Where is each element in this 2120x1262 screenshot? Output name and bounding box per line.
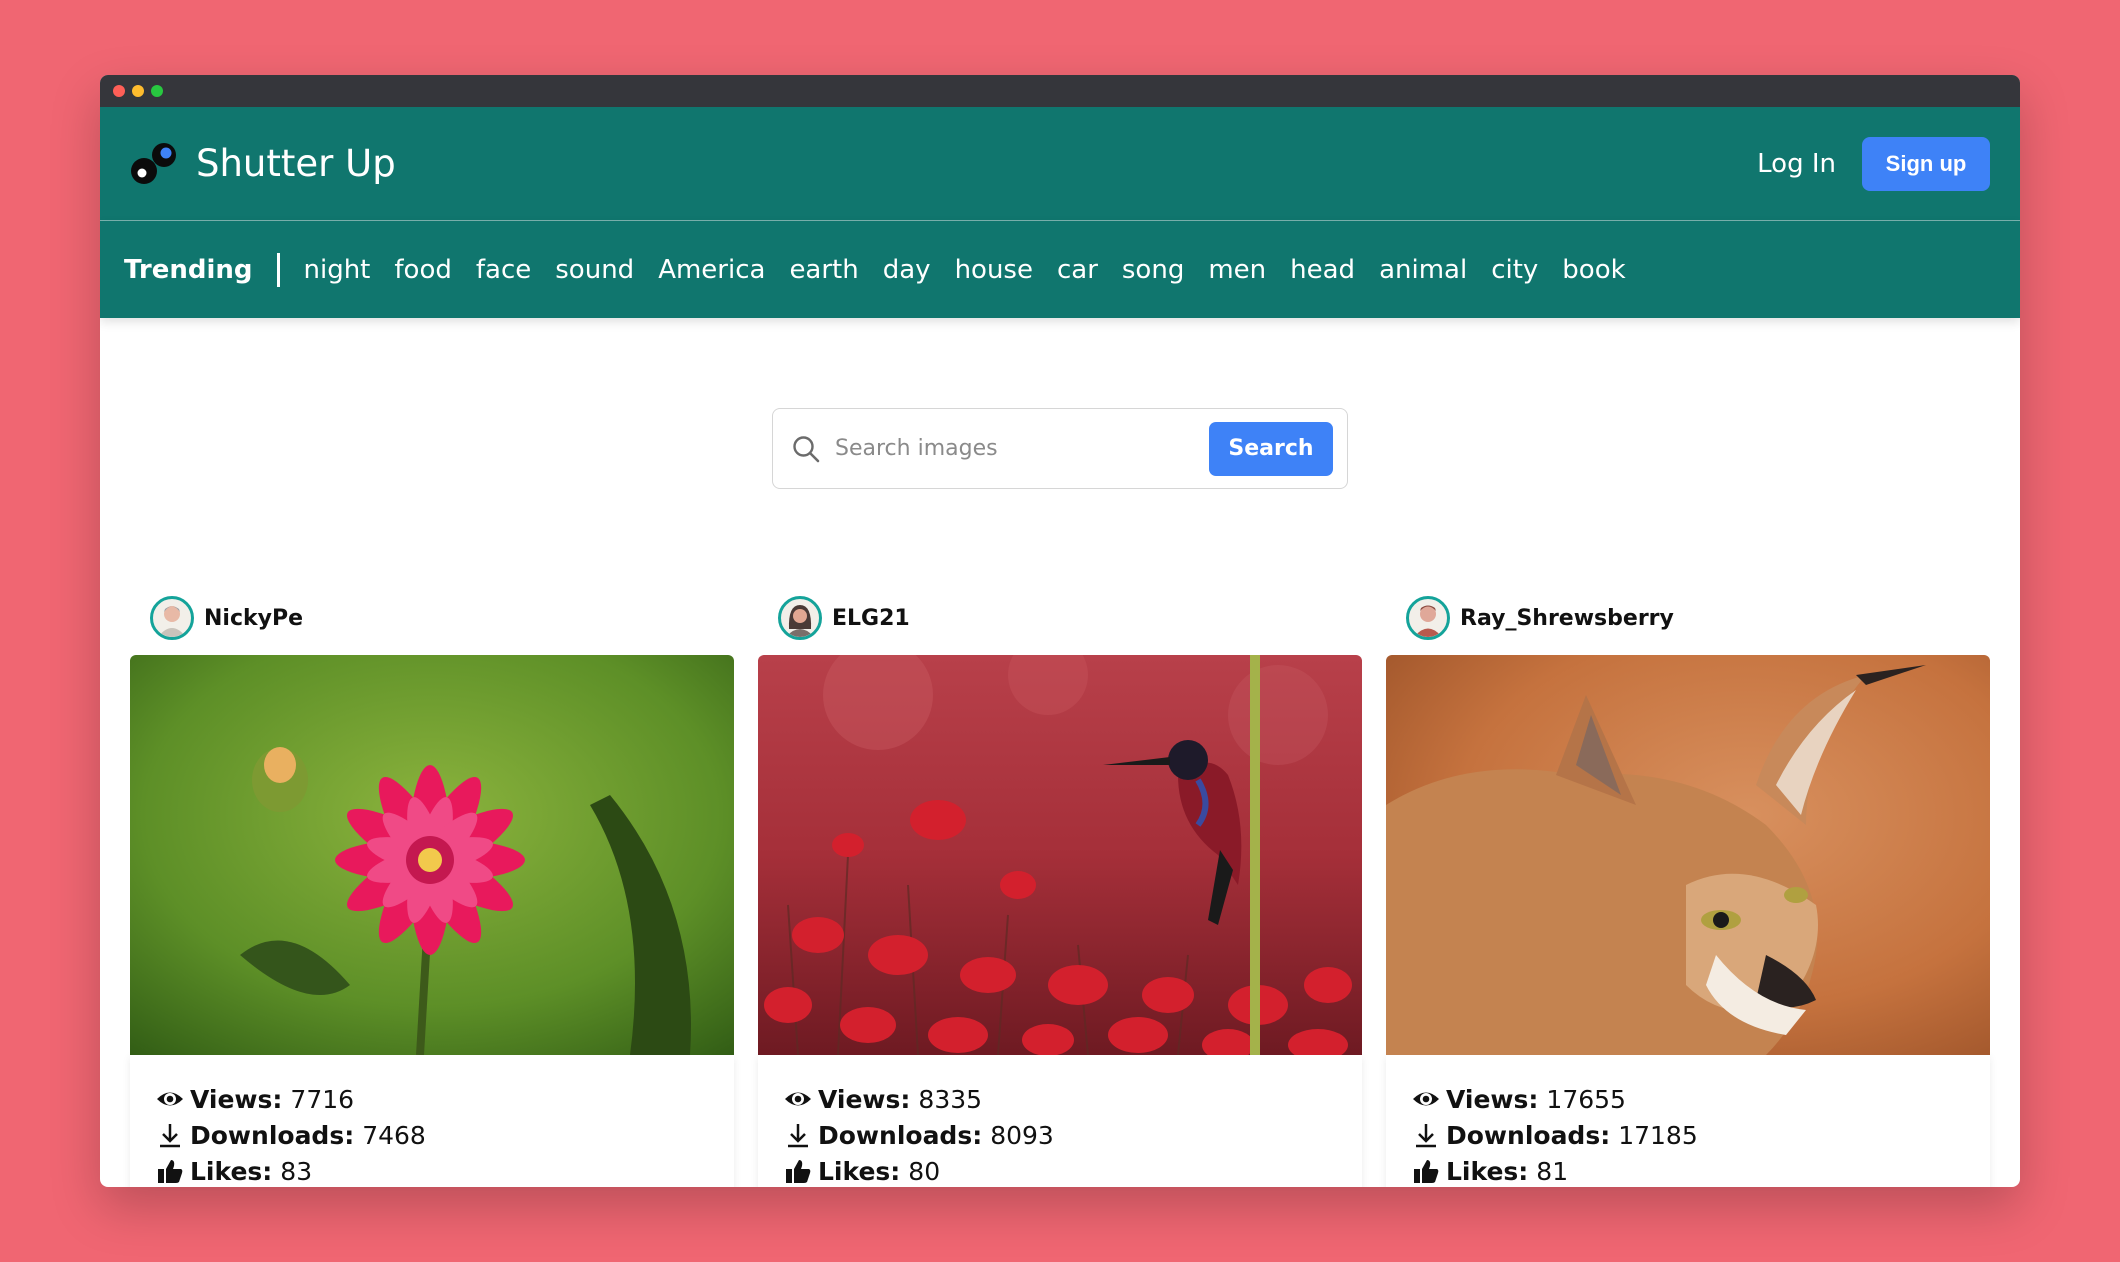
views-stat: Views: 17655	[1412, 1081, 1964, 1117]
avatar	[1406, 596, 1450, 640]
likes-value: 81	[1536, 1156, 1569, 1186]
card-author[interactable]: NickyPe	[150, 595, 734, 641]
login-link[interactable]: Log In	[1757, 149, 1836, 179]
download-icon	[160, 1124, 180, 1148]
likes-stat: Likes: 81	[1412, 1153, 1964, 1187]
site-header: Shutter Up Log In Sign up	[100, 107, 2020, 221]
tag-song[interactable]: song	[1122, 255, 1184, 285]
thumbs-up-icon	[786, 1160, 811, 1183]
tag-car[interactable]: car	[1057, 255, 1098, 285]
search-box: Search	[772, 408, 1348, 489]
tag-house[interactable]: house	[955, 255, 1033, 285]
downloads-stat: Downloads: 8093	[784, 1117, 1336, 1153]
views-label: Views:	[818, 1084, 911, 1114]
downloads-stat: Downloads: 17185	[1412, 1117, 1964, 1153]
search-input[interactable]	[835, 436, 1209, 461]
views-label: Views:	[1446, 1084, 1539, 1114]
photo-caracal[interactable]	[1386, 655, 1990, 1055]
downloads-value: 8093	[990, 1120, 1054, 1150]
signup-button[interactable]: Sign up	[1862, 136, 1990, 191]
tag-earth[interactable]: earth	[789, 255, 858, 285]
card-author[interactable]: ELG21	[778, 595, 1362, 641]
tag-animal[interactable]: animal	[1379, 255, 1467, 285]
card-stats: Views: 17655 Downloads: 17185 Likes: 81	[1386, 1055, 1990, 1187]
tag-sound[interactable]: sound	[555, 255, 634, 285]
window-titlebar	[100, 75, 2020, 107]
views-value: 17655	[1546, 1084, 1626, 1114]
likes-label: Likes:	[1446, 1156, 1529, 1186]
card-author[interactable]: Ray_Shrewsberry	[1406, 595, 1990, 641]
eye-icon	[157, 1092, 183, 1106]
downloads-stat: Downloads: 7468	[156, 1117, 708, 1153]
image-card: ELG21 Views: 8335 Downloads: 8093 Likes:…	[758, 595, 1362, 1187]
download-icon	[1416, 1124, 1436, 1148]
views-stat: Views: 8335	[784, 1081, 1336, 1117]
views-value: 8335	[918, 1084, 983, 1114]
close-window-dot[interactable]	[113, 85, 125, 97]
likes-stat: Likes: 83	[156, 1153, 708, 1187]
image-card: Ray_Shrewsberry Views: 17655 Downloads: …	[1386, 595, 1990, 1187]
download-icon	[788, 1124, 808, 1148]
eye-icon	[1413, 1092, 1439, 1106]
search-button[interactable]: Search	[1209, 421, 1333, 476]
tag-face[interactable]: face	[476, 255, 531, 285]
image-card: NickyPe Views: 7716 Downloads: 7468 Like…	[130, 595, 734, 1187]
card-stats: Views: 8335 Downloads: 8093 Likes: 80	[758, 1055, 1362, 1187]
downloads-value: 7468	[362, 1120, 426, 1150]
avatar	[778, 596, 822, 640]
browser-window: Shutter Up Log In Sign up Trending night…	[100, 75, 2020, 1187]
tag-food[interactable]: food	[394, 255, 451, 285]
likes-label: Likes:	[818, 1156, 901, 1186]
card-stats: Views: 7716 Downloads: 7468 Likes: 83	[130, 1055, 734, 1187]
trending-label: Trending	[124, 254, 253, 285]
auth-actions: Log In Sign up	[1757, 136, 1990, 191]
views-stat: Views: 7716	[156, 1081, 708, 1117]
shutter-up-logo-icon	[131, 142, 176, 184]
author-username: NickyPe	[204, 605, 304, 631]
maximize-window-dot[interactable]	[151, 85, 163, 97]
tag-book[interactable]: book	[1562, 255, 1625, 285]
tag-day[interactable]: day	[883, 255, 931, 285]
thumbs-up-icon	[158, 1160, 183, 1183]
tag-america[interactable]: America	[658, 255, 765, 285]
tag-list: night food face sound America earth day …	[304, 255, 1626, 285]
downloads-label: Downloads:	[818, 1120, 983, 1150]
likes-value: 80	[908, 1156, 941, 1186]
author-username: ELG21	[832, 605, 910, 631]
tag-men[interactable]: men	[1208, 255, 1266, 285]
tag-night[interactable]: night	[304, 255, 371, 285]
brand[interactable]: Shutter Up	[130, 141, 396, 187]
photo-bird-poppies[interactable]	[758, 655, 1362, 1055]
views-label: Views:	[190, 1084, 283, 1114]
eye-icon	[785, 1092, 811, 1106]
tagbar-divider	[276, 252, 280, 287]
brand-name: Shutter Up	[196, 142, 396, 185]
views-value: 7716	[290, 1084, 355, 1114]
avatar	[150, 596, 194, 640]
downloads-label: Downloads:	[190, 1120, 355, 1150]
author-username: Ray_Shrewsberry	[1460, 605, 1674, 631]
likes-stat: Likes: 80	[784, 1153, 1336, 1187]
photo-pink-dahlia[interactable]	[130, 655, 734, 1055]
likes-label: Likes:	[190, 1156, 273, 1186]
trending-tags-bar: Trending night food face sound America e…	[100, 221, 2020, 318]
tag-head[interactable]: head	[1290, 255, 1355, 285]
downloads-label: Downloads:	[1446, 1120, 1611, 1150]
likes-value: 83	[280, 1156, 313, 1186]
search-icon	[793, 435, 820, 462]
tag-city[interactable]: city	[1491, 255, 1538, 285]
downloads-value: 17185	[1618, 1120, 1698, 1150]
thumbs-up-icon	[1414, 1160, 1439, 1183]
minimize-window-dot[interactable]	[132, 85, 144, 97]
